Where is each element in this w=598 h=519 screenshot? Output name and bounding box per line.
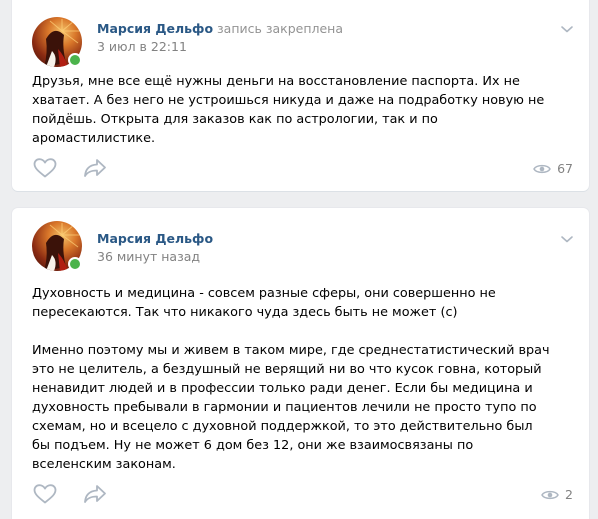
views-count: 67	[557, 161, 573, 176]
author-name[interactable]: Марсия Дельфо	[97, 21, 213, 36]
eye-icon	[541, 490, 559, 499]
post-date[interactable]: 3 июл в 22:11	[97, 39, 187, 54]
post-paragraph: Духовность и медицина - совсем разные сф…	[32, 286, 496, 320]
post-card: Марсия Дельфо запись закреплена 3 июл в …	[12, 0, 589, 191]
post-header: Марсия Дельфо	[97, 231, 213, 246]
author-name[interactable]: Марсия Дельфо	[97, 231, 213, 246]
post-header: Марсия Дельфо запись закреплена	[97, 21, 343, 36]
heart-icon[interactable]	[32, 157, 58, 179]
eye-icon	[533, 164, 551, 173]
views-counter: 2	[541, 487, 573, 502]
post-date[interactable]: 36 минут назад	[97, 249, 200, 264]
views-counter: 67	[533, 161, 573, 176]
online-indicator	[68, 53, 82, 67]
chevron-down-icon[interactable]	[559, 231, 575, 247]
pinned-label: запись закреплена	[217, 21, 343, 36]
post-text: Друзья, мне все ещё нужны деньги на восс…	[32, 72, 552, 148]
online-indicator	[68, 257, 82, 271]
views-count: 2	[565, 487, 573, 502]
heart-icon[interactable]	[32, 483, 58, 505]
chevron-down-icon[interactable]	[559, 21, 575, 37]
post-card: Марсия Дельфо 36 минут назад Духовность …	[12, 208, 589, 519]
post-paragraph: Именно поэтому мы и живем в таком мире, …	[32, 343, 550, 472]
post-text: Духовность и медицина - совсем разные сф…	[32, 284, 552, 474]
post-paragraph: Друзья, мне все ещё нужны деньги на восс…	[32, 74, 545, 146]
share-arrow-icon[interactable]	[82, 157, 108, 179]
share-arrow-icon[interactable]	[82, 483, 108, 505]
